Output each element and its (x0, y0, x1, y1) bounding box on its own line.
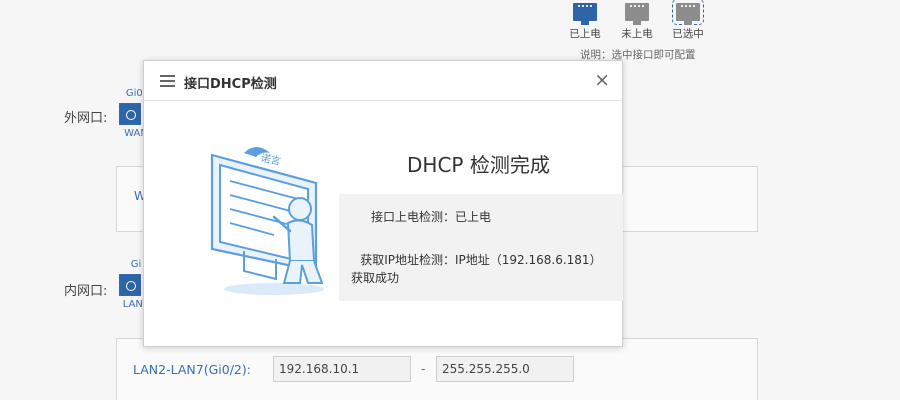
dhcp-check-dialog: 接口DHCP检测 × 诺言 DHCP 检测完成 接口上电检测：已上电 获取IP地… (143, 60, 623, 347)
lan-field-label: LAN2-LAN7(Gi0/2): (133, 362, 251, 377)
ethernet-port-icon (119, 274, 141, 296)
lan-ip-input[interactable]: 192.168.10.1 (273, 356, 411, 382)
result-title: DHCP 检测完成 (407, 153, 550, 177)
menu-icon (160, 75, 175, 87)
ip-check-status: 获取成功 (351, 271, 400, 285)
lan-row-label: 内网口: (64, 284, 108, 299)
legend-item-powered: 已上电 (565, 0, 605, 41)
ip-check-label: 获取IP地址检测： (360, 253, 455, 267)
power-check-label: 接口上电检测： (370, 210, 455, 224)
power-check-value: 已上电 (455, 210, 492, 224)
legend-label: 已选中 (672, 28, 704, 40)
range-separator: - (421, 362, 426, 376)
port-selected-icon (672, 0, 704, 25)
dialog-title: 接口DHCP检测 (184, 77, 277, 92)
check-result-panel: 接口上电检测：已上电 获取IP地址检测：IP地址（192.168.6.181） … (339, 194, 623, 301)
ip-check-value: IP地址（192.168.6.181） (455, 253, 602, 267)
ip-check-row: 获取IP地址检测：IP地址（192.168.6.181） (339, 251, 602, 269)
port-unpowered-icon (625, 3, 649, 25)
power-check-row: 接口上电检测：已上电 (339, 208, 491, 226)
port-powered-icon (573, 3, 597, 25)
legend-item-unpowered: 未上电 (617, 0, 657, 41)
legend-label: 已上电 (569, 28, 601, 40)
ethernet-port-icon (119, 103, 141, 125)
legend-label: 未上电 (621, 28, 653, 40)
legend-item-selected: 已选中 (668, 0, 708, 41)
dialog-header: 接口DHCP检测 × (144, 61, 622, 101)
lan-mask-input[interactable]: 255.255.255.0 (436, 356, 574, 382)
close-icon[interactable]: × (594, 70, 610, 90)
monitor-illustration (210, 147, 324, 295)
wan-row-label: 外网口: (64, 111, 108, 126)
